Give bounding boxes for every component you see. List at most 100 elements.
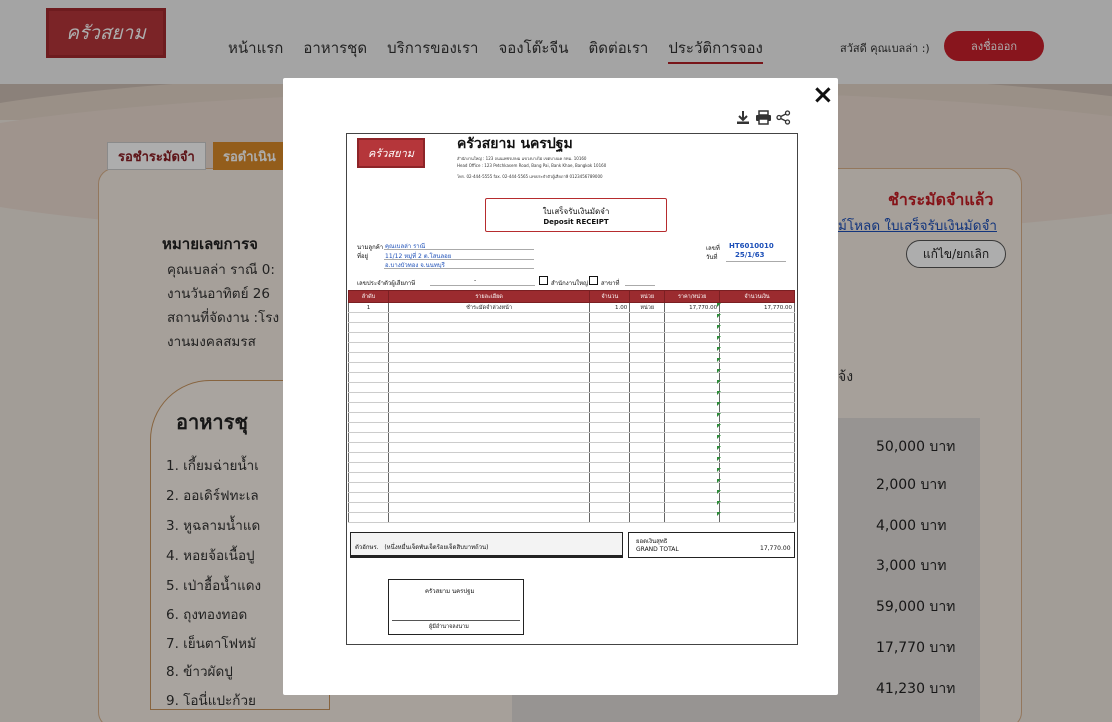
empty-cell (664, 402, 721, 413)
cell-comment-marker (717, 391, 721, 395)
download-icon[interactable] (735, 110, 751, 125)
empty-cell (719, 412, 795, 423)
empty-cell (387, 412, 591, 423)
cell-comment-marker (717, 402, 721, 406)
empty-cell (629, 412, 666, 423)
empty-cell (348, 362, 389, 373)
empty-cell (719, 452, 795, 463)
empty-cell (348, 442, 389, 453)
empty-cell (719, 442, 795, 453)
empty-cell (589, 452, 631, 463)
cell-comment-marker (717, 457, 721, 461)
amount-in-words-box: ตัวอักษร. (หนึ่งหมื่นเจ็ดพันเจ็ดร้อยเจ็ด… (350, 532, 623, 558)
empty-cell (629, 422, 666, 433)
empty-table-row (348, 472, 795, 483)
empty-cell (629, 372, 666, 383)
cell-comment-marker (717, 336, 721, 340)
empty-cell (348, 312, 389, 323)
empty-cell (387, 392, 591, 403)
empty-table-row (348, 392, 795, 403)
empty-cell (589, 512, 631, 523)
receipt-address-en: Head Office : 123 Petchkasem Road, Bang … (457, 163, 607, 168)
empty-cell (589, 362, 631, 373)
empty-cell (589, 442, 631, 453)
column-header: ราคา/หน่วย (664, 290, 721, 303)
empty-table-row (348, 332, 795, 343)
receipt-title-en: Deposit RECEIPT (543, 218, 609, 226)
empty-cell (664, 372, 721, 383)
share-icon[interactable] (776, 110, 791, 125)
empty-cell (719, 372, 795, 383)
branch-checkbox[interactable] (589, 276, 598, 285)
empty-cell (719, 312, 795, 323)
empty-cell (719, 462, 795, 473)
empty-cell (589, 342, 631, 353)
empty-cell (664, 512, 721, 523)
close-icon[interactable]: × (812, 82, 834, 108)
empty-cell (589, 382, 631, 393)
empty-cell (348, 342, 389, 353)
cell-comment-marker (717, 479, 721, 483)
empty-cell (387, 462, 591, 473)
empty-table-row (348, 352, 795, 363)
cell-comment-marker (717, 490, 721, 494)
empty-cell (719, 322, 795, 333)
empty-cell (664, 482, 721, 493)
table-row: 1 ชำระมัดจำล่วงหน้า 1.00 หน่วย 17,770.00… (348, 302, 795, 313)
signature-company: ครัวสยาม นครปฐม (425, 588, 475, 595)
empty-cell (348, 452, 389, 463)
empty-cell (629, 342, 666, 353)
empty-cell (664, 422, 721, 433)
empty-cell (719, 482, 795, 493)
address-label: ที่อยู่ (357, 253, 369, 260)
cell-comment-marker (717, 303, 721, 307)
empty-table-row (348, 382, 795, 393)
empty-cell (664, 412, 721, 423)
empty-table-row (348, 422, 795, 433)
item-quantity: 1.00 (589, 302, 631, 313)
underline (430, 285, 535, 286)
underline (625, 285, 655, 286)
cell-comment-marker (717, 435, 721, 439)
empty-cell (664, 442, 721, 453)
empty-cell (629, 502, 666, 513)
empty-cell (589, 422, 631, 433)
empty-cell (629, 512, 666, 523)
empty-cell (348, 382, 389, 393)
empty-table-row (348, 432, 795, 443)
empty-cell (629, 432, 666, 443)
empty-cell (589, 502, 631, 513)
receipt-date-value: 25/1/63 (735, 251, 765, 259)
empty-cell (387, 402, 591, 413)
receipt-logo: ครัวสยาม (357, 138, 425, 168)
empty-cell (664, 432, 721, 443)
grand-total-label-en: GRAND TOTAL (636, 545, 679, 553)
empty-cell (387, 422, 591, 433)
print-icon[interactable] (755, 110, 772, 125)
empty-cell (589, 492, 631, 503)
empty-cell (589, 332, 631, 343)
table-header-row: ลำดับ รายละเอียด จำนวน หน่วย ราคา/หน่วย … (348, 290, 795, 303)
empty-cell (589, 392, 631, 403)
empty-cell (589, 412, 631, 423)
cell-comment-marker (717, 314, 721, 318)
empty-cell (664, 342, 721, 353)
empty-cell (629, 352, 666, 363)
empty-cell (387, 502, 591, 513)
empty-cell (348, 462, 389, 473)
empty-cell (629, 332, 666, 343)
empty-cell (387, 442, 591, 453)
empty-table-row (348, 312, 795, 323)
empty-cell (664, 382, 721, 393)
column-header: หน่วย (629, 290, 666, 303)
empty-cell (589, 462, 631, 473)
cell-comment-marker (717, 424, 721, 428)
taxid-label: เลขประจำตัวผู้เสียภาษี (357, 280, 416, 287)
hq-checkbox[interactable] (539, 276, 548, 285)
item-index: 1 (348, 302, 389, 313)
empty-cell (629, 362, 666, 373)
empty-cell (629, 442, 666, 453)
cell-comment-marker (717, 369, 721, 373)
empty-cell (629, 482, 666, 493)
empty-cell (348, 352, 389, 363)
